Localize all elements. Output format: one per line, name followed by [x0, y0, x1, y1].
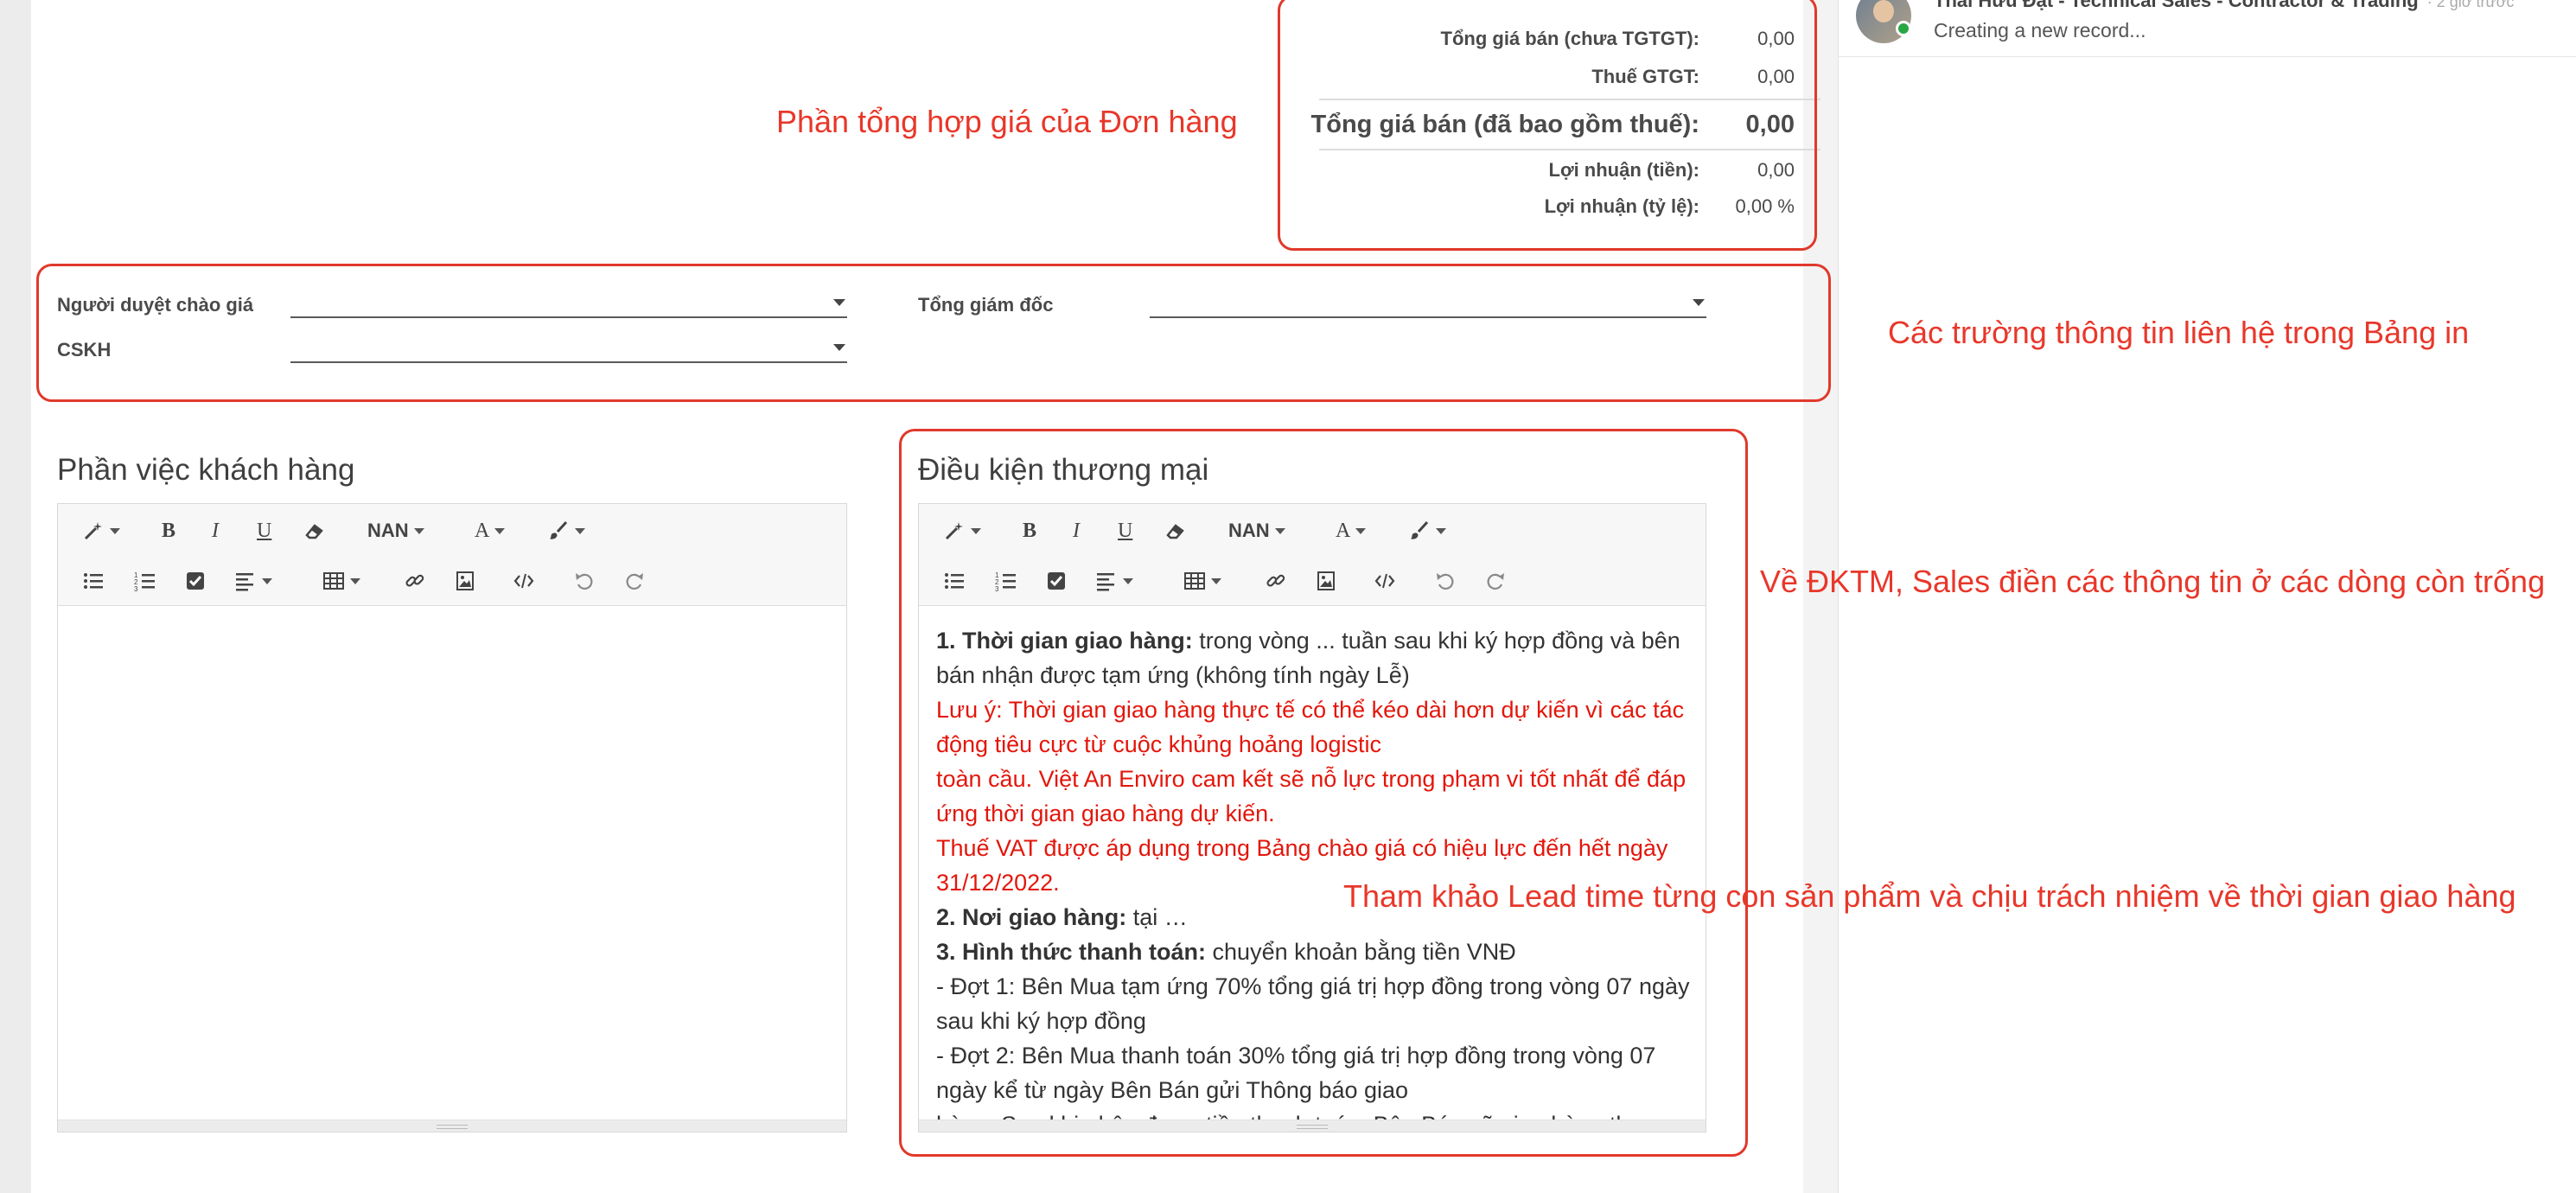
italic-label: I [212, 519, 219, 542]
totals-note: Phần tổng hợp giá của Đơn hàng [776, 104, 1238, 139]
checklist-button[interactable] [184, 566, 207, 596]
chatter-message: Thái Hữu Đạt - Technical Sales - Contrac… [1839, 0, 2576, 57]
chevron-down-icon [575, 527, 585, 534]
chevron-down-icon [494, 527, 506, 534]
avatar-face [1873, 0, 1894, 22]
link-button[interactable] [404, 566, 426, 596]
grip-icon [437, 1125, 468, 1129]
link-icon [405, 574, 424, 587]
eraser-icon [305, 524, 323, 539]
undo-icon [576, 573, 593, 590]
message-time: · 2 giờ trước [2426, 0, 2515, 10]
bullet-list-icon [84, 573, 103, 589]
align-left-icon [236, 573, 253, 591]
svg-text:3: 3 [134, 585, 138, 592]
bold-label: B [162, 519, 176, 542]
message-body: Creating a new record... [1934, 19, 2146, 41]
table-icon [323, 572, 344, 590]
italic-button[interactable]: I [212, 516, 219, 545]
customer-work-title: Phần việc khách hàng [57, 453, 355, 487]
terms-annotation-box [899, 429, 1748, 1157]
terms-note: Về ĐKTM, Sales điền các thông tin ở các … [1760, 564, 2546, 599]
numbered-list-icon: 123 [134, 571, 155, 592]
bullet-list-button[interactable] [82, 566, 105, 596]
undo-button[interactable] [573, 566, 596, 596]
align-dropdown[interactable] [234, 566, 272, 596]
left-margin [0, 0, 31, 1193]
customer-work-content[interactable] [75, 623, 839, 1121]
bold-button[interactable]: B [162, 516, 175, 545]
chevron-down-icon [350, 577, 360, 584]
font-color-label: A [475, 519, 490, 542]
chevron-down-icon [110, 527, 120, 534]
redo-icon [626, 573, 643, 590]
online-status-icon [1896, 21, 1911, 36]
chevron-down-icon [262, 577, 272, 584]
editor-resize-handle[interactable] [58, 1120, 846, 1132]
chevron-down-icon [413, 527, 424, 534]
totals-annotation-box [1278, 0, 1817, 251]
brush-button[interactable] [547, 516, 585, 545]
code-view-button[interactable] [513, 566, 535, 596]
font-color-dropdown[interactable]: A [475, 516, 506, 545]
code-icon [513, 573, 534, 589]
eraser-button[interactable] [303, 516, 326, 545]
contacts-note: Các trường thông tin liên hệ trong Bảng … [1888, 315, 2470, 350]
editor-toolbar: B I U NAN A 123 [58, 504, 846, 606]
magic-wand-button[interactable] [82, 516, 120, 545]
customer-work-editor[interactable]: B I U NAN A 123 [57, 503, 847, 1132]
image-button[interactable] [454, 566, 476, 596]
underline-button[interactable]: U [257, 516, 271, 545]
image-icon [456, 571, 474, 590]
font-size-label: NAN [367, 520, 409, 541]
table-dropdown[interactable] [322, 566, 360, 596]
contacts-annotation-box [36, 264, 1831, 402]
underline-label: U [257, 519, 272, 542]
checkbox-icon [187, 572, 204, 590]
message-author: Thái Hữu Đạt - Technical Sales - Contrac… [1934, 0, 2514, 12]
author-name[interactable]: Thái Hữu Đạt - Technical Sales - Contrac… [1934, 0, 2419, 11]
numbered-list-button[interactable]: 123 [134, 566, 156, 596]
magic-wand-icon [84, 522, 102, 540]
paint-brush-icon [550, 520, 568, 539]
font-size-dropdown[interactable]: NAN [367, 516, 424, 545]
leadtime-note: Tham khảo Lead time từng con sản phẩm và… [1343, 878, 2516, 914]
redo-button[interactable] [623, 566, 646, 596]
